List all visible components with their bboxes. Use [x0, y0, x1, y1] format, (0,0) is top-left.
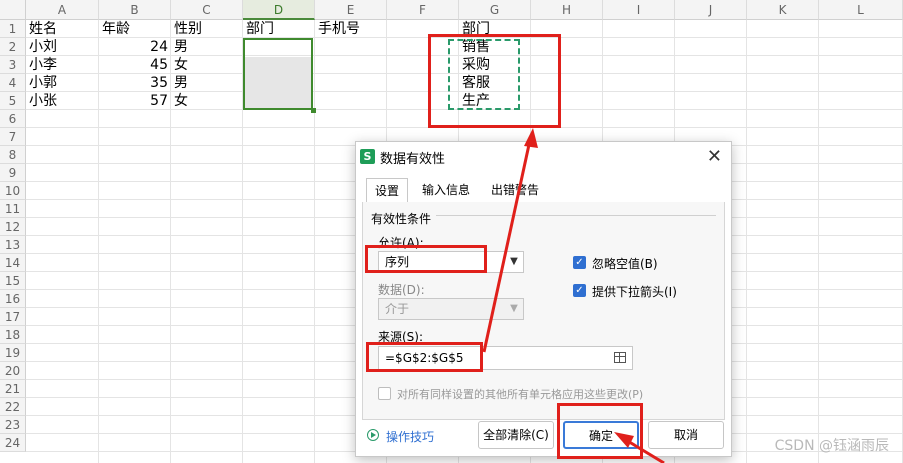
- annotation-box-source: [366, 342, 483, 372]
- row-header-7[interactable]: 7: [0, 128, 26, 146]
- cell-B2[interactable]: 24: [99, 38, 168, 56]
- row-header-24[interactable]: 24: [0, 434, 26, 452]
- column-header-J[interactable]: J: [675, 0, 747, 20]
- cell-A3[interactable]: 小李: [29, 56, 57, 74]
- cell-B3[interactable]: 45: [99, 56, 168, 74]
- cell-C5[interactable]: 女: [174, 92, 188, 110]
- csdn-watermark: CSDN @钰涵雨辰: [774, 438, 889, 454]
- column-header-A[interactable]: A: [26, 0, 99, 20]
- annotation-box-allow: [365, 245, 487, 273]
- row-header-6[interactable]: 6: [0, 110, 26, 128]
- dropdown-arrow-checkbox[interactable]: ✓: [573, 284, 586, 297]
- section-divider: [436, 215, 716, 216]
- cell-E1[interactable]: 手机号: [318, 20, 360, 38]
- tab-input-message[interactable]: 输入信息: [414, 178, 478, 202]
- column-header-D[interactable]: D: [243, 0, 315, 20]
- row-header-19[interactable]: 19: [0, 344, 26, 362]
- cell-A2[interactable]: 小刘: [29, 38, 57, 56]
- row-header-3[interactable]: 3: [0, 56, 26, 74]
- cell-A4[interactable]: 小郭: [29, 74, 57, 92]
- cell-C1[interactable]: 性别: [174, 20, 202, 38]
- annotation-box-source-list: [428, 34, 561, 128]
- annotation-box-ok: [557, 403, 643, 459]
- row-header-1[interactable]: 1: [0, 20, 26, 38]
- row-header-8[interactable]: 8: [0, 146, 26, 164]
- row-header-2[interactable]: 2: [0, 38, 26, 56]
- row-header-4[interactable]: 4: [0, 74, 26, 92]
- select-all-corner[interactable]: [0, 0, 26, 20]
- row-header-12[interactable]: 12: [0, 218, 26, 236]
- column-header-H[interactable]: H: [531, 0, 603, 20]
- cell-A1[interactable]: 姓名: [29, 20, 57, 38]
- column-header-K[interactable]: K: [747, 0, 819, 20]
- selected-range-d2-d5[interactable]: [243, 38, 313, 110]
- column-header-G[interactable]: G: [459, 0, 531, 20]
- row-header-16[interactable]: 16: [0, 290, 26, 308]
- row-header-11[interactable]: 11: [0, 200, 26, 218]
- data-validation-dialog: S 数据有效性 ✕ 设置 输入信息 出错警告 有效性条件 允许(A): 序列 ▼…: [355, 141, 732, 457]
- section-title: 有效性条件: [371, 212, 432, 226]
- clear-all-button[interactable]: 全部清除(C): [478, 421, 554, 449]
- row-header-10[interactable]: 10: [0, 182, 26, 200]
- cancel-button[interactable]: 取消: [648, 421, 724, 449]
- column-header-E[interactable]: E: [315, 0, 387, 20]
- dialog-title-bar: S 数据有效性 ✕: [356, 142, 731, 172]
- data-select: 介于 ▼: [378, 298, 524, 320]
- chevron-down-icon: ▼: [510, 303, 518, 314]
- range-picker-icon[interactable]: [614, 352, 626, 363]
- row-header-5[interactable]: 5: [0, 92, 26, 110]
- row-header-22[interactable]: 22: [0, 398, 26, 416]
- tips-link[interactable]: 操作技巧: [386, 428, 434, 445]
- cell-C3[interactable]: 女: [174, 56, 188, 74]
- data-label: 数据(D):: [378, 283, 425, 297]
- column-header-F[interactable]: F: [387, 0, 459, 20]
- fill-handle[interactable]: [311, 108, 316, 113]
- row-header-17[interactable]: 17: [0, 308, 26, 326]
- apply-all-checkbox: [378, 387, 391, 400]
- dialog-title: 数据有效性: [380, 152, 446, 167]
- cell-D1[interactable]: 部门: [246, 20, 274, 38]
- column-header-L[interactable]: L: [819, 0, 903, 20]
- wps-logo-icon: S: [360, 149, 375, 164]
- cell-B5[interactable]: 57: [99, 92, 168, 110]
- row-header-9[interactable]: 9: [0, 164, 26, 182]
- column-header-I[interactable]: I: [603, 0, 675, 20]
- cell-A5[interactable]: 小张: [29, 92, 57, 110]
- row-header-14[interactable]: 14: [0, 254, 26, 272]
- row-header-13[interactable]: 13: [0, 236, 26, 254]
- close-icon[interactable]: ✕: [707, 146, 722, 167]
- tips-icon[interactable]: [367, 429, 379, 441]
- row-header-21[interactable]: 21: [0, 380, 26, 398]
- chevron-down-icon[interactable]: ▼: [505, 252, 523, 272]
- cell-B4[interactable]: 35: [99, 74, 168, 92]
- row-header-20[interactable]: 20: [0, 362, 26, 380]
- tab-settings[interactable]: 设置: [366, 178, 408, 202]
- tab-error-alert[interactable]: 出错警告: [483, 178, 547, 202]
- row-header-15[interactable]: 15: [0, 272, 26, 290]
- row-header-18[interactable]: 18: [0, 326, 26, 344]
- row-header-23[interactable]: 23: [0, 416, 26, 434]
- ignore-blank-checkbox[interactable]: ✓: [573, 256, 586, 269]
- apply-all-label: 对所有同样设置的其他所有单元格应用这些更改(P): [397, 388, 644, 401]
- ignore-blank-label: 忽略空值(B): [592, 257, 658, 271]
- cell-B1[interactable]: 年龄: [102, 20, 130, 38]
- dropdown-arrow-label: 提供下拉箭头(I): [592, 285, 677, 299]
- column-header-B[interactable]: B: [99, 0, 171, 20]
- column-header-C[interactable]: C: [171, 0, 243, 20]
- data-value: 介于: [385, 302, 410, 316]
- cell-C4[interactable]: 男: [174, 74, 188, 92]
- cell-C2[interactable]: 男: [174, 38, 188, 56]
